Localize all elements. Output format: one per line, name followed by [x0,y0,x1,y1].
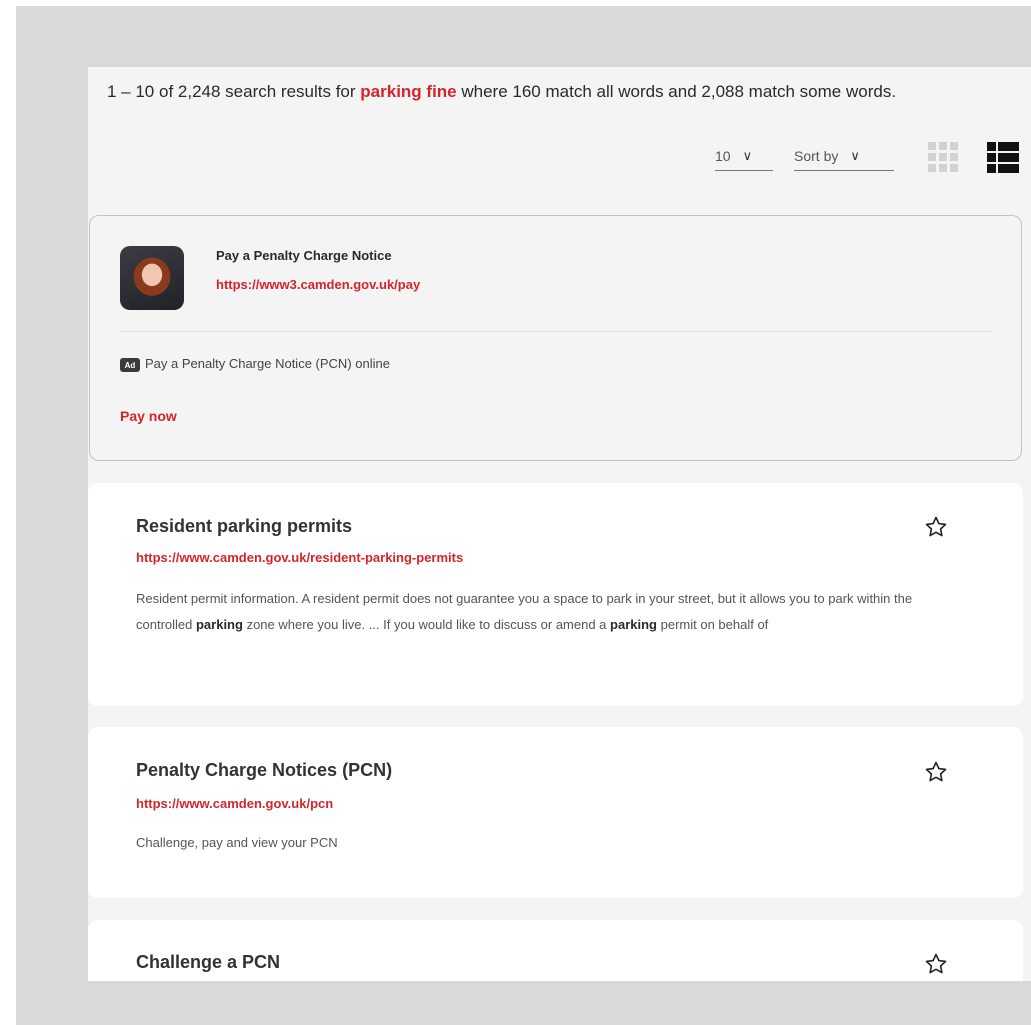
list-view-icon[interactable] [987,142,1019,174]
star-icon[interactable] [924,952,948,976]
grid-view-icon[interactable] [928,142,958,172]
result-card[interactable]: Penalty Charge Notices (PCN) https://www… [88,727,1023,898]
results-per-page-select[interactable]: 10 ∨ [715,141,773,171]
result-title-link[interactable]: Penalty Charge Notices (PCN) [136,760,392,781]
chevron-down-icon: ∨ [742,147,753,163]
result-card[interactable]: Challenge a PCN [88,920,1023,981]
star-icon[interactable] [924,760,948,784]
pay-now-link[interactable]: Pay now [120,408,177,424]
search-results-panel: 1 – 10 of 2,248 search results for parki… [88,67,1031,981]
result-card[interactable]: Resident parking permits https://www.cam… [88,483,1023,706]
snippet-text: permit on behalf of [657,617,769,632]
result-url-link[interactable]: https://www.camden.gov.uk/pcn [136,796,333,811]
ad-title[interactable]: Pay a Penalty Charge Notice [216,248,392,263]
snippet-text: Challenge, pay and view your PCN [136,835,338,850]
sort-by-select[interactable]: Sort by ∨ [794,141,894,171]
sponsored-result[interactable]: Pay a Penalty Charge Notice https://www3… [89,215,1022,461]
result-title-link[interactable]: Challenge a PCN [136,952,280,973]
ad-divider [120,331,993,332]
search-query: parking fine [360,82,457,101]
results-controls: 10 ∨ Sort by ∨ [88,141,1031,177]
ad-url-link[interactable]: https://www3.camden.gov.uk/pay [216,277,420,292]
chevron-down-icon: ∨ [850,147,860,163]
snippet-keyword: parking [195,617,243,632]
per-page-value: 10 [715,147,731,164]
advertiser-avatar [120,246,184,310]
summary-suffix: where 160 match all words and 2,088 matc… [461,82,897,101]
result-snippet: Challenge, pay and view your PCN [136,830,956,856]
summary-prefix: 1 – 10 of 2,248 search results for [107,82,356,101]
snippet-text: zone where you live. ... If you would li… [242,617,611,632]
results-summary: 1 – 10 of 2,248 search results for parki… [107,78,1027,106]
result-snippet: Resident permit information. A resident … [136,586,956,638]
sort-by-label: Sort by [794,147,839,164]
result-title-link[interactable]: Resident parking permits [136,516,352,537]
page-frame: 1 – 10 of 2,248 search results for parki… [16,6,1031,1025]
snippet-keyword: parking [610,617,657,632]
result-url-link[interactable]: https://www.camden.gov.uk/resident-parki… [136,550,463,565]
ad-description: Pay a Penalty Charge Notice (PCN) online [145,356,390,371]
star-icon[interactable] [924,515,948,539]
ad-badge: Ad [120,358,140,372]
